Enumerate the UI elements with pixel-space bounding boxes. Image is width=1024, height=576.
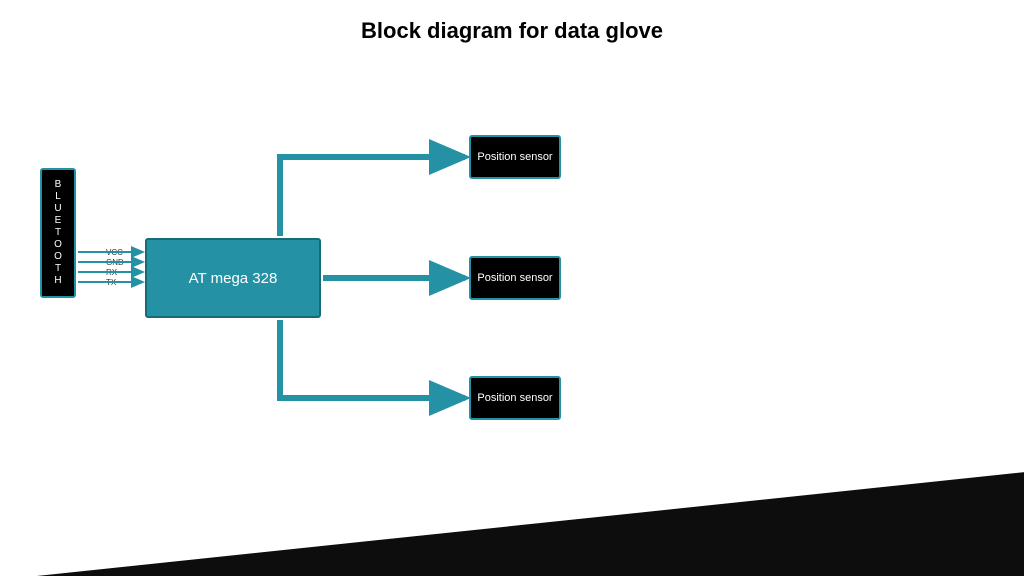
page-title: Block diagram for data glove <box>0 18 1024 44</box>
pin-label-tx: TX <box>106 278 116 287</box>
block-mcu: AT mega 328 <box>145 238 321 318</box>
block-sensor-1: Position sensor <box>469 135 561 179</box>
footer-dark <box>0 468 1024 576</box>
bluetooth-label: B L U E T O O T H <box>54 179 62 287</box>
block-bluetooth: B L U E T O O T H <box>40 168 76 298</box>
pin-label-vcc: VCC <box>106 248 123 257</box>
sensor-3-label: Position sensor <box>477 392 552 405</box>
diagram-canvas: Block diagram for data glove B L U E T O… <box>0 0 1024 576</box>
mcu-label: AT mega 328 <box>189 270 278 287</box>
block-sensor-3: Position sensor <box>469 376 561 420</box>
pin-label-gnd: GND <box>106 258 124 267</box>
sensor-1-label: Position sensor <box>477 151 552 164</box>
sensor-2-label: Position sensor <box>477 272 552 285</box>
pin-label-rx: RX <box>106 268 117 277</box>
block-sensor-2: Position sensor <box>469 256 561 300</box>
